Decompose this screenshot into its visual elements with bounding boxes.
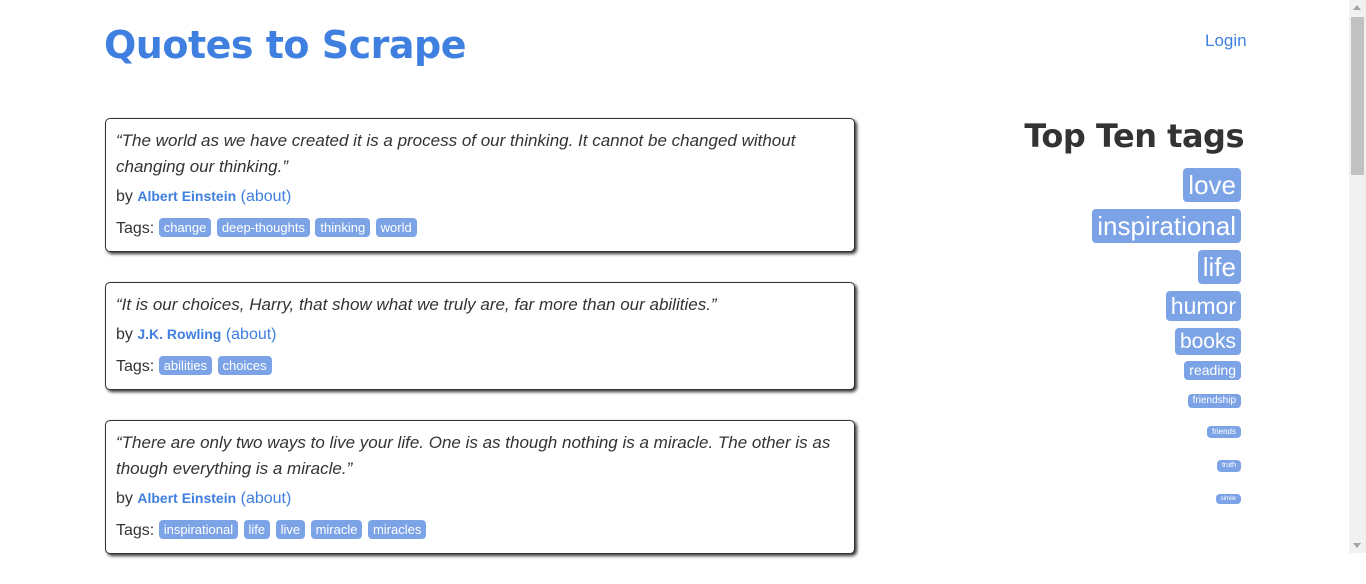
author-name: Albert Einstein <box>137 490 237 506</box>
quote-byline: by Albert Einstein (about) <box>116 183 844 210</box>
top-tags-heading: Top Ten tags <box>1024 117 1244 155</box>
scroll-down-arrow-icon[interactable] <box>1353 543 1361 548</box>
scroll-up-arrow-icon[interactable] <box>1353 5 1361 10</box>
tag-change[interactable]: change <box>158 218 212 237</box>
tag-miracles[interactable]: miracles <box>367 520 427 539</box>
login-link[interactable]: Login <box>1205 30 1247 52</box>
site-title-link[interactable]: Quotes to Scrape <box>104 18 467 72</box>
author-name: Albert Einstein <box>137 188 237 204</box>
by-prefix: by <box>116 490 133 507</box>
top-tag-inspirational[interactable]: inspirational <box>1092 209 1241 243</box>
tag-inspirational[interactable]: inspirational <box>158 520 239 539</box>
quote-text: “It is our choices, Harry, that show wha… <box>116 295 717 314</box>
quote-text: “There are only two ways to live your li… <box>116 433 831 478</box>
quote-byline: by Albert Einstein (about) <box>116 485 844 512</box>
vertical-scrollbar[interactable] <box>1349 0 1366 553</box>
tag-world[interactable]: world <box>375 218 417 237</box>
tag-live[interactable]: live <box>275 520 306 539</box>
tag-abilities[interactable]: abilities <box>158 356 213 375</box>
quote-tags: Tags: change deep-thoughts thinking worl… <box>116 216 844 242</box>
quote-tags: Tags: abilities choices <box>116 354 844 380</box>
about-link[interactable]: (about) <box>241 188 292 205</box>
quote-byline: by J.K. Rowling (about) <box>116 321 844 348</box>
about-link[interactable]: (about) <box>226 326 277 343</box>
scrollbar-thumb[interactable] <box>1351 17 1364 175</box>
quote-list: “The world as we have created it is a pr… <box>105 118 855 584</box>
tag-life[interactable]: life <box>243 520 271 539</box>
top-tag-friends[interactable]: friends <box>1206 426 1241 438</box>
top-tag-books[interactable]: books <box>1174 328 1241 355</box>
tags-label: Tags: <box>116 522 155 539</box>
top-tag-life[interactable]: life <box>1197 250 1241 284</box>
top-tag-friendship[interactable]: friendship <box>1187 394 1241 408</box>
tag-choices[interactable]: choices <box>217 356 272 375</box>
top-tag-reading[interactable]: reading <box>1184 361 1241 380</box>
quote-card: “It is our choices, Harry, that show wha… <box>105 282 855 390</box>
by-prefix: by <box>116 188 133 205</box>
top-tag-simile[interactable]: simile <box>1215 494 1241 504</box>
quote-tags: Tags: inspirational life live miracle mi… <box>116 518 844 544</box>
tag-miracle[interactable]: miracle <box>310 520 363 539</box>
top-tags-sidebar: Top Ten tags love inspirational life hum… <box>944 114 1245 505</box>
tag-thinking[interactable]: thinking <box>315 218 371 237</box>
by-prefix: by <box>116 326 133 343</box>
tags-label: Tags: <box>116 220 155 237</box>
tag-deep-thoughts[interactable]: deep-thoughts <box>216 218 310 237</box>
quote-text: “The world as we have created it is a pr… <box>116 131 796 176</box>
tags-label: Tags: <box>116 358 155 375</box>
author-name: J.K. Rowling <box>137 326 222 342</box>
quote-card: “The world as we have created it is a pr… <box>105 118 855 252</box>
top-tag-truth[interactable]: truth <box>1216 460 1241 472</box>
top-tag-love[interactable]: love <box>1183 168 1241 202</box>
quote-card: “There are only two ways to live your li… <box>105 420 855 554</box>
top-tag-humor[interactable]: humor <box>1165 291 1241 321</box>
about-link[interactable]: (about) <box>241 490 292 507</box>
